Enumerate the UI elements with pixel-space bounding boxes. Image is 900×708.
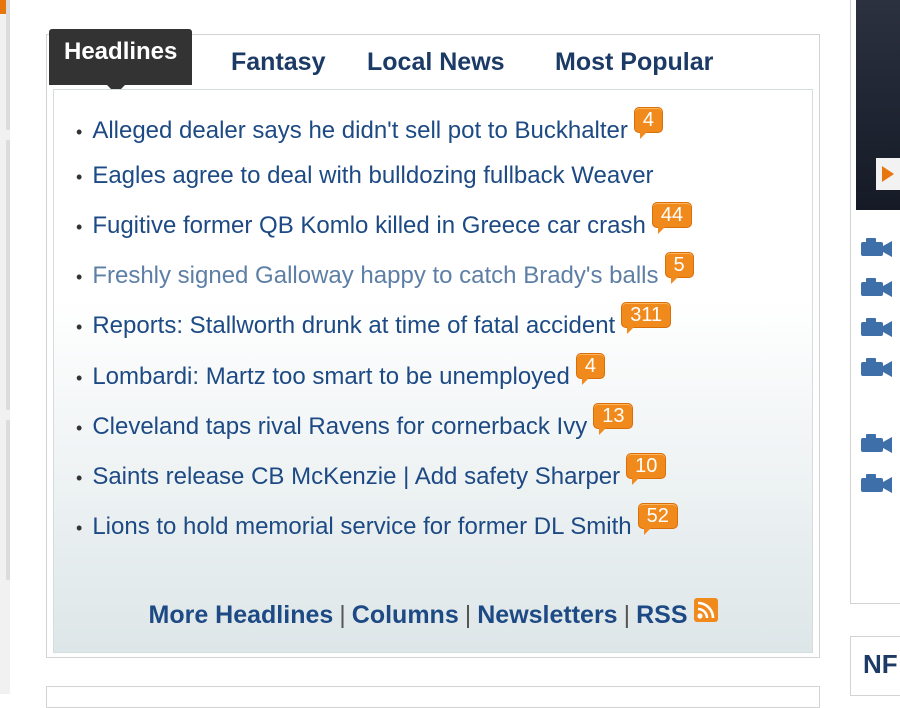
separator: | [464, 601, 472, 629]
comment-count: 10 [635, 455, 658, 477]
speech-bubble-tail [581, 378, 589, 385]
left-edge-segment [6, 420, 10, 580]
bullet: • [76, 316, 83, 337]
headline-link[interactable]: Lombardi: Martz too smart to be unemploy… [92, 363, 570, 390]
comment-count: 4 [584, 355, 596, 377]
separator: | [623, 601, 631, 629]
video-camera-icon[interactable] [860, 316, 894, 338]
comment-count: 52 [646, 505, 669, 527]
headline-link[interactable]: Cleveland taps rival Ravens for cornerba… [92, 413, 587, 440]
headline-item: • Reports: Stallworth drunk at time of fa… [76, 302, 672, 343]
comment-count-badge[interactable]: 4 [633, 107, 664, 139]
speech-bubble-tail [639, 132, 647, 139]
bullet: • [76, 417, 83, 438]
comment-count-badge[interactable]: 5 [664, 252, 694, 284]
headline-link[interactable]: Saints release CB McKenzie | Add safety … [92, 463, 620, 490]
headline-link[interactable]: Reports: Stallworth drunk at time of fat… [92, 312, 615, 339]
columns-link[interactable]: Columns [352, 601, 459, 629]
news-widget: Headlines Fantasy Local News Most Popula… [46, 29, 820, 658]
footer-links: More Headlines | Columns | Newsletters | RSS [54, 598, 812, 630]
headline-item: • Fugitive former QB Komlo killed in Gree… [76, 202, 693, 243]
headline-link[interactable]: Fugitive former QB Komlo killed in Greec… [92, 212, 646, 239]
bullet: • [76, 467, 83, 488]
speech-bubble-tail [599, 428, 607, 435]
tab-fantasy[interactable]: Fantasy [231, 35, 325, 87]
tab-local-news[interactable]: Local News [367, 35, 505, 87]
comment-count-badge[interactable]: 13 [593, 403, 634, 435]
headline-item: • Cleveland taps rival Ravens for cornerb… [76, 403, 634, 444]
separator: | [339, 601, 346, 629]
bullet: • [76, 121, 83, 142]
speech-bubble-tail [627, 327, 635, 334]
video-thumbnail[interactable] [856, 0, 900, 210]
video-camera-icon[interactable] [860, 432, 894, 454]
comment-count-badge[interactable]: 52 [637, 503, 678, 535]
tab-most-popular[interactable]: Most Popular [555, 35, 713, 87]
speech-bubble-tail [643, 528, 651, 535]
right-column-border [850, 0, 851, 604]
comment-count-badge[interactable]: 10 [626, 453, 667, 485]
tab-bar: Headlines Fantasy Local News Most Popula… [47, 29, 819, 94]
headline-link[interactable]: Alleged dealer says he didn't sell pot t… [92, 117, 628, 144]
comment-count: 311 [630, 304, 663, 326]
bullet: • [76, 517, 83, 538]
comment-count: 13 [602, 405, 625, 427]
video-camera-icon[interactable] [860, 356, 894, 378]
comment-count-badge[interactable]: 4 [575, 353, 605, 385]
comment-count-badge[interactable]: 311 [621, 302, 672, 334]
left-edge-segment [6, 0, 10, 130]
speech-bubble-tail [670, 277, 678, 284]
video-camera-icon[interactable] [860, 236, 894, 258]
comment-count-badge[interactable]: 44 [651, 202, 693, 234]
headline-item: • Lions to hold memorial service for form… [76, 503, 678, 544]
nfl-section-box: NF [850, 636, 900, 696]
video-camera-icon[interactable] [860, 472, 894, 494]
tab-headlines[interactable]: Headlines [49, 29, 193, 94]
next-panel-edge [46, 686, 820, 708]
rss-icon[interactable] [693, 598, 718, 622]
bullet: • [76, 266, 83, 287]
left-page-edge [0, 0, 10, 694]
headline-item: • Freshly signed Galloway happy to catch … [76, 252, 694, 293]
play-icon[interactable] [876, 158, 900, 190]
headline-link[interactable]: Eagles agree to deal with bulldozing ful… [92, 162, 653, 189]
more-headlines-link[interactable]: More Headlines [149, 601, 334, 629]
speech-bubble-tail [632, 478, 640, 485]
headline-link[interactable]: Lions to hold memorial service for forme… [92, 513, 631, 540]
comment-count: 5 [673, 254, 685, 276]
speech-bubble-tail [657, 227, 665, 234]
bullet: • [76, 367, 83, 388]
rss-link[interactable]: RSS [636, 601, 687, 629]
section-heading: NF [863, 649, 898, 679]
right-column-border [850, 603, 900, 604]
headline-item: • Alleged dealer says he didn't sell pot … [76, 107, 664, 148]
headlines-panel: • Alleged dealer says he didn't sell pot … [53, 89, 813, 653]
newsletters-link[interactable]: Newsletters [477, 601, 617, 629]
comment-count: 44 [660, 204, 684, 226]
headline-item: • Eagles agree to deal with bulldozing fu… [76, 159, 654, 193]
headline-link[interactable]: Freshly signed Galloway happy to catch B… [92, 262, 658, 289]
video-camera-icon[interactable] [860, 276, 894, 298]
left-edge-segment [6, 140, 10, 410]
headline-item: • Lombardi: Martz too smart to be unemplo… [76, 353, 605, 394]
headline-item: • Saints release CB McKenzie | Add safety… [76, 453, 667, 494]
bullet: • [76, 166, 83, 187]
comment-count: 4 [642, 109, 655, 131]
tab-label: Headlines [64, 38, 178, 65]
bullet: • [76, 216, 83, 237]
